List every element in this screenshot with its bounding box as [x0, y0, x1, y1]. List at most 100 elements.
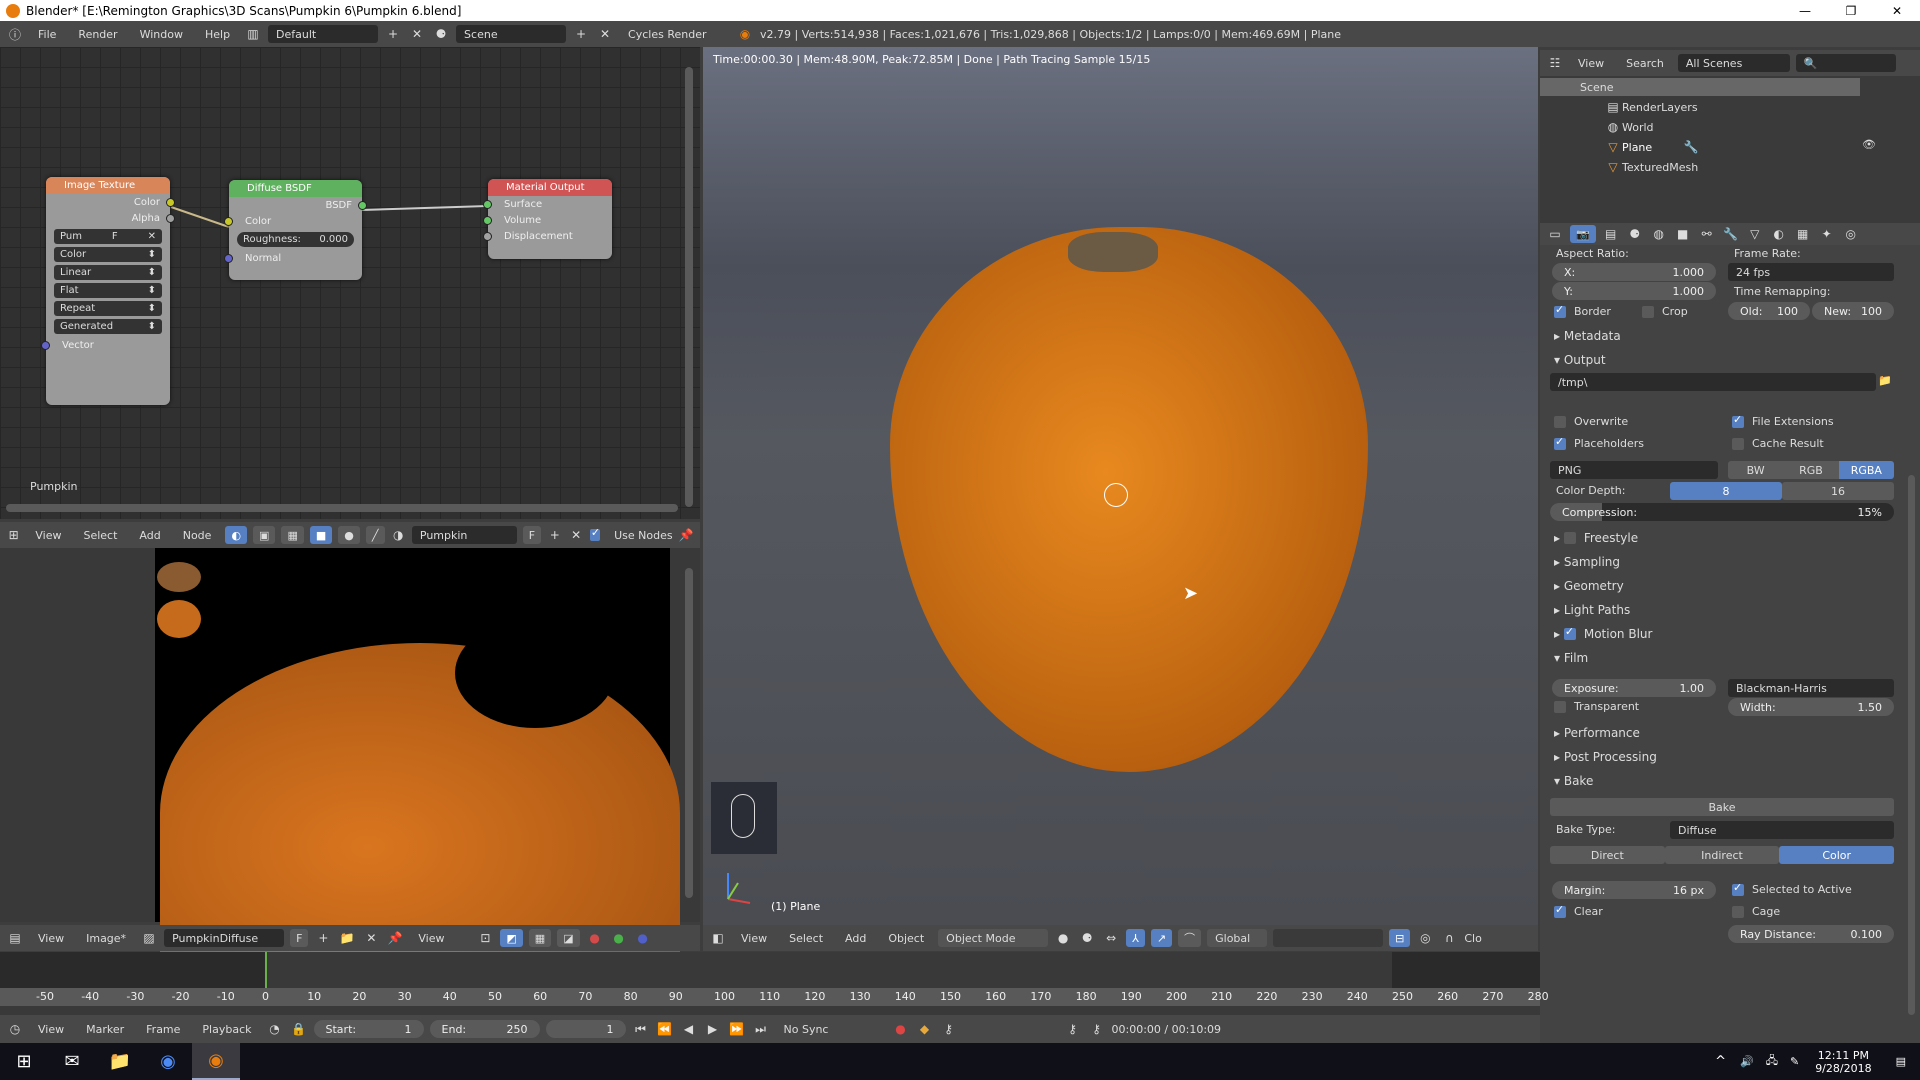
menu-add[interactable]: Add [837, 932, 874, 945]
lock-icon[interactable]: 🔒 [290, 1020, 308, 1038]
source-select[interactable]: Generated ⬍ [54, 319, 162, 334]
bake-button[interactable]: Bake [1550, 798, 1894, 816]
green-channel-icon[interactable]: ● [610, 929, 628, 947]
close-button[interactable]: ✕ [1874, 0, 1920, 21]
aspect-y-field[interactable]: Y: 1.000 [1552, 282, 1716, 300]
border-checkbox[interactable]: Border [1554, 303, 1611, 318]
file-explorer-icon[interactable]: 📁 [96, 1043, 144, 1080]
network-icon[interactable]: 🖧 [1760, 1052, 1784, 1071]
menu-object[interactable]: Object [880, 932, 932, 945]
proportional-icon[interactable]: ◎ [1416, 929, 1434, 947]
menu-view[interactable]: View [733, 932, 775, 945]
color-button[interactable]: Color [1779, 846, 1895, 864]
pin-icon[interactable]: 📌 [679, 526, 694, 544]
socket-color-in[interactable] [224, 216, 233, 226]
properties-panel[interactable]: Aspect Ratio: X: 1.000 Y: 1.000 Frame Rate… [1540, 245, 1920, 1015]
pen-icon[interactable]: ✎ [1784, 1055, 1805, 1068]
menu-image[interactable]: Image* [78, 932, 134, 945]
crop-checkbox[interactable]: Crop [1642, 305, 1688, 318]
menu-view[interactable]: View [27, 529, 69, 542]
tab-world[interactable]: ◍ [1650, 225, 1668, 243]
blue-channel-icon[interactable]: ● [634, 929, 652, 947]
mode-select[interactable]: Object Mode [938, 929, 1049, 947]
search-field[interactable]: 🔍 [1795, 54, 1896, 72]
panel-freestyle[interactable]: ▸ Freestyle [1554, 531, 1638, 545]
shading-icon[interactable]: ● [1054, 929, 1072, 947]
line-style-button[interactable]: ╱ [365, 526, 385, 544]
key-insert-icon[interactable]: ⚷ [1064, 1020, 1082, 1038]
remove-icon[interactable]: ✕ [408, 25, 426, 43]
unlink-image-icon[interactable]: ✕ [362, 929, 380, 947]
red-channel-icon[interactable]: ● [586, 929, 604, 947]
use-nodes-checkbox[interactable] [589, 526, 600, 541]
image-editor[interactable] [0, 548, 700, 983]
cage-checkbox[interactable]: Cage [1732, 905, 1780, 918]
menu-select[interactable]: Select [75, 529, 125, 542]
pin-icon[interactable]: 📌 [386, 929, 404, 947]
panel-sampling[interactable]: ▸ Sampling [1554, 555, 1620, 569]
pivot-icon[interactable]: ⚈ [1078, 929, 1096, 947]
panel-motion-blur[interactable]: ▸ Motion Blur [1554, 625, 1652, 641]
socket-color[interactable] [166, 197, 175, 207]
info-editor-icon[interactable]: ⓘ [6, 25, 24, 43]
shader-nodes-button[interactable]: ◐ [225, 526, 248, 544]
file-format-select[interactable]: PNG [1550, 461, 1718, 479]
depth-16-button[interactable]: 16 [1782, 482, 1894, 500]
add-icon[interactable]: + [384, 25, 402, 43]
add-material-icon[interactable]: + [547, 526, 562, 544]
menu-view[interactable]: View [30, 932, 72, 945]
object-shader-button[interactable]: ■ [309, 526, 333, 544]
outliner-row-world[interactable]: ◍ World [1604, 118, 1654, 136]
panel-post-processing[interactable]: ▸ Post Processing [1554, 750, 1657, 764]
visibility-icon[interactable]: 👁 [1862, 138, 1876, 151]
editor-type-icon[interactable]: ◷ [6, 1020, 24, 1038]
display-mode-select[interactable]: All Scenes [1677, 54, 1790, 72]
file-extensions-checkbox[interactable]: File Extensions [1732, 413, 1834, 428]
menu-frame[interactable]: Frame [138, 1023, 188, 1036]
color-space-select[interactable]: Color ⬍ [54, 247, 162, 262]
indirect-button[interactable]: Indirect [1664, 846, 1780, 864]
interpolation-select[interactable]: Linear ⬍ [54, 265, 162, 280]
socket-alpha[interactable] [166, 213, 175, 223]
scale-manipulator-button[interactable]: ⌒ [1178, 929, 1202, 947]
extension-select[interactable]: Repeat ⬍ [54, 301, 162, 316]
node-editor[interactable]: Image Texture Color Alpha Pum F ✕ Color ⬍ L… [0, 47, 700, 519]
timeline[interactable]: -50 -40 -30 -20 -10 0 10 20 30 40 50 60 70 80 90 100 110… [0, 952, 1549, 1020]
panel-bake[interactable]: ▾ Bake [1554, 774, 1593, 788]
placeholders-checkbox[interactable]: Placeholders [1554, 435, 1644, 450]
new-image-icon[interactable]: + [314, 929, 332, 947]
action-center-icon[interactable]: ▤ [1882, 1055, 1920, 1068]
image-select[interactable]: PumpkinDiffuse [164, 929, 285, 947]
editor-type-icon[interactable]: ◧ [709, 929, 727, 947]
open-image-icon[interactable]: 📁 [338, 929, 356, 947]
add-scene-icon[interactable]: + [572, 25, 590, 43]
manipulator-toggle-icon[interactable]: ⇔ [1102, 929, 1120, 947]
aspect-x-field[interactable]: X: 1.000 [1552, 263, 1716, 281]
mail-icon[interactable]: ✉ [48, 1043, 96, 1080]
output-path-field[interactable]: /tmp\ [1550, 373, 1876, 391]
socket-surface[interactable] [483, 199, 492, 209]
tab-physics[interactable]: ◎ [1842, 225, 1860, 243]
properties-scrollbar[interactable] [1908, 475, 1915, 1015]
outliner-row-renderlayers[interactable]: ▤ RenderLayers [1604, 98, 1697, 116]
fake-user-button[interactable]: F [522, 526, 542, 544]
tab-render-layers[interactable]: ▤ [1602, 225, 1620, 243]
preview-range-icon[interactable]: ◔ [266, 1020, 284, 1038]
node-header[interactable]: Image Texture [46, 177, 170, 194]
layout-icon[interactable]: ▥ [244, 25, 262, 43]
panel-light-paths[interactable]: ▸ Light Paths [1554, 603, 1630, 617]
jump-end-icon[interactable]: ⏭ [752, 1020, 770, 1038]
panel-geometry[interactable]: ▸ Geometry [1554, 579, 1624, 593]
panel-film[interactable]: ▾ Film [1554, 651, 1588, 665]
draw-zbuffer-button[interactable]: ◪ [557, 929, 580, 947]
time-new-field[interactable]: New: 100 [1812, 302, 1894, 320]
outliner-row-plane[interactable]: ▽ Plane 🔧 [1604, 138, 1700, 156]
material-icon[interactable]: ◑ [391, 526, 406, 544]
filter-width-field[interactable]: Width: 1.50 [1728, 698, 1894, 716]
tab-object[interactable]: ■ [1674, 225, 1692, 243]
bake-type-select[interactable]: Diffuse [1670, 821, 1894, 839]
scene-select[interactable]: Scene [456, 25, 567, 43]
tab-render[interactable]: 📷 [1570, 225, 1596, 243]
end-frame-field[interactable]: End: 250 [429, 1020, 540, 1038]
minimize-button[interactable]: — [1782, 0, 1828, 21]
